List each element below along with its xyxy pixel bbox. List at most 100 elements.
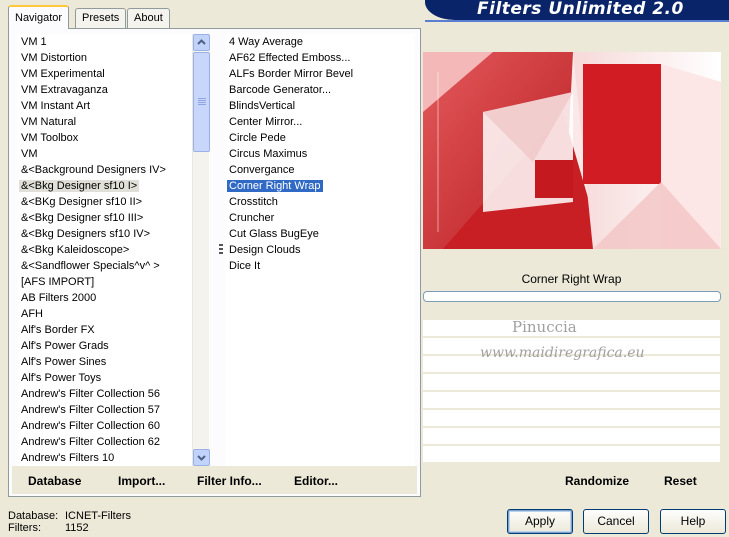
category-list-item[interactable]: Andrew's Filter Collection 60 — [17, 418, 192, 434]
filter-list-item-label: Crosstitch — [229, 196, 278, 208]
filter-list-item[interactable]: Dice It — [225, 258, 415, 274]
category-list-item-label: &<Bkg Designers sf10 IV> — [21, 228, 151, 240]
scroll-down-button[interactable] — [193, 449, 210, 466]
category-list-item-label: VM Experimental — [21, 68, 105, 80]
category-list-item-label: VM Natural — [21, 116, 77, 128]
category-list-item[interactable]: VM Toolbox — [17, 130, 192, 146]
category-list-item[interactable]: &<Bkg Kaleidoscope> — [17, 242, 192, 258]
category-list-item[interactable]: &<Bkg Designer sf10 I> — [17, 178, 192, 194]
import-link[interactable]: Import... — [118, 474, 165, 488]
editor-link[interactable]: Editor... — [294, 474, 338, 488]
banner-underline — [425, 20, 729, 22]
category-list-item-label: &<Background Designers IV> — [21, 164, 166, 176]
navigator-link-bar: Database Import... Filter Info... Editor… — [12, 466, 417, 494]
help-button[interactable]: Help — [660, 509, 726, 534]
apply-button[interactable]: Apply — [507, 509, 573, 534]
category-list-item[interactable]: Alf's Power Sines — [17, 354, 192, 370]
category-list-item[interactable]: &<Bkg Designer sf10 III> — [17, 210, 192, 226]
tab-presets[interactable]: Presets — [75, 8, 127, 28]
category-list-item[interactable]: VM Experimental — [17, 66, 192, 82]
param-row — [423, 410, 720, 426]
filter-list-item[interactable]: Center Mirror... — [225, 114, 415, 130]
category-list-item[interactable]: VM Extravaganza — [17, 82, 192, 98]
filter-list-item[interactable]: Corner Right Wrap — [225, 178, 415, 194]
category-list-item-label: VM 1 — [21, 36, 47, 48]
category-list-item-label: Andrew's Filter Collection 56 — [21, 388, 161, 400]
filter-list-item-label: AF62 Effected Emboss... — [229, 52, 351, 64]
filter-list-item[interactable]: Design Clouds — [225, 242, 415, 258]
category-list-item-label: &<Sandflower Specials^v^ > — [21, 260, 160, 272]
param-row — [423, 374, 720, 390]
category-list-item[interactable]: &<Bkg Designers sf10 IV> — [17, 226, 192, 242]
filter-list-item[interactable]: 4 Way Average — [225, 34, 415, 50]
chevron-up-icon — [197, 39, 206, 45]
param-row — [423, 446, 720, 462]
scroll-thumb[interactable] — [193, 52, 210, 152]
category-list-item[interactable]: Alf's Power Grads — [17, 338, 192, 354]
category-list-item[interactable]: Andrew's Filter Collection 56 — [17, 386, 192, 402]
category-list-item-label: VM Instant Art — [21, 100, 91, 112]
category-list-item-label: Andrew's Filter Collection 62 — [21, 436, 161, 448]
category-list-item-label: Alf's Power Sines — [21, 356, 107, 368]
category-list-item-label: Alf's Border FX — [21, 324, 95, 336]
filter-list-item[interactable]: Cut Glass BugEye — [225, 226, 415, 242]
category-list-item[interactable]: [AFS IMPORT] — [17, 274, 192, 290]
category-list-item-label: AFH — [21, 308, 43, 320]
filter-list-item-label: Center Mirror... — [229, 116, 303, 128]
filter-list-item-label: Circus Maximus — [229, 148, 308, 160]
status-filters-value: 1152 — [65, 522, 89, 534]
database-link[interactable]: Database — [28, 474, 81, 488]
category-list-item[interactable]: Andrew's Filters 10 — [17, 450, 192, 466]
filter-list[interactable]: 4 Way Average AF62 Effected Emboss... ALFs… — [225, 34, 415, 466]
filter-list-item[interactable]: ALFs Border Mirror Bevel — [225, 66, 415, 82]
category-list-item[interactable]: Andrew's Filter Collection 57 — [17, 402, 192, 418]
category-list-item[interactable]: Andrew's Filter Collection 62 — [17, 434, 192, 450]
tab-navigator[interactable]: Navigator — [8, 5, 70, 29]
filter-list-item-label: Design Clouds — [229, 244, 301, 256]
category-list-item-label: VM Toolbox — [21, 132, 79, 144]
filter-list-item-label: ALFs Border Mirror Bevel — [229, 68, 354, 80]
category-list-item-label: AB Filters 2000 — [21, 292, 97, 304]
category-list-item[interactable]: Alf's Border FX — [17, 322, 192, 338]
category-list-item-label: Andrew's Filters 10 — [21, 452, 115, 464]
category-list-item[interactable]: AB Filters 2000 — [17, 290, 192, 306]
filter-list-item[interactable]: AF62 Effected Emboss... — [225, 50, 415, 66]
filter-list-item-label: Corner Right Wrap — [227, 180, 323, 192]
category-scrollbar[interactable] — [192, 34, 210, 466]
category-list-item[interactable]: VM Distortion — [17, 50, 192, 66]
category-list-item-label: Alf's Power Grads — [21, 340, 109, 352]
category-list-item[interactable]: &<BKg Designer sf10 II> — [17, 194, 192, 210]
filter-list-item[interactable]: Crosstitch — [225, 194, 415, 210]
filter-list-item[interactable]: Circle Pede — [225, 130, 415, 146]
scroll-up-button[interactable] — [193, 34, 210, 51]
category-list[interactable]: VM 1 VM Distortion VM Experimental VM Extra… — [17, 34, 192, 466]
category-list-item[interactable]: VM Natural — [17, 114, 192, 130]
filter-list-item[interactable]: Barcode Generator... — [225, 82, 415, 98]
filter-list-item[interactable]: Cruncher — [225, 210, 415, 226]
category-list-item[interactable]: VM — [17, 146, 192, 162]
category-list-item[interactable]: AFH — [17, 306, 192, 322]
category-list-item[interactable]: Alf's Power Toys — [17, 370, 192, 386]
category-list-item-label: VM — [21, 148, 38, 160]
tab-about[interactable]: About — [127, 8, 170, 28]
category-list-item[interactable]: &<Background Designers IV> — [17, 162, 192, 178]
filter-list-item-label: BlindsVertical — [229, 100, 296, 112]
category-list-item-label: &<Bkg Kaleidoscope> — [21, 244, 130, 256]
filter-list-item[interactable]: Circus Maximus — [225, 146, 415, 162]
filter-list-item[interactable]: BlindsVertical — [225, 98, 415, 114]
reset-button[interactable]: Reset — [664, 474, 697, 488]
filter-info-link[interactable]: Filter Info... — [197, 474, 262, 488]
cancel-button[interactable]: Cancel — [583, 509, 649, 534]
randomize-button[interactable]: Randomize — [565, 474, 629, 488]
filter-list-item-label: Cut Glass BugEye — [229, 228, 319, 240]
category-list-item[interactable]: VM 1 — [17, 34, 192, 50]
category-list-item-label: &<BKg Designer sf10 II> — [21, 196, 143, 208]
filter-list-item-label: 4 Way Average — [229, 36, 303, 48]
filter-list-item[interactable]: Convergance — [225, 162, 415, 178]
filter-list-item-label: Barcode Generator... — [229, 84, 332, 96]
category-list-item[interactable]: VM Instant Art — [17, 98, 192, 114]
filter-list-item-label: Circle Pede — [229, 132, 286, 144]
param-row — [423, 428, 720, 444]
category-list-item-label: Andrew's Filter Collection 57 — [21, 404, 161, 416]
category-list-item[interactable]: &<Sandflower Specials^v^ > — [17, 258, 192, 274]
